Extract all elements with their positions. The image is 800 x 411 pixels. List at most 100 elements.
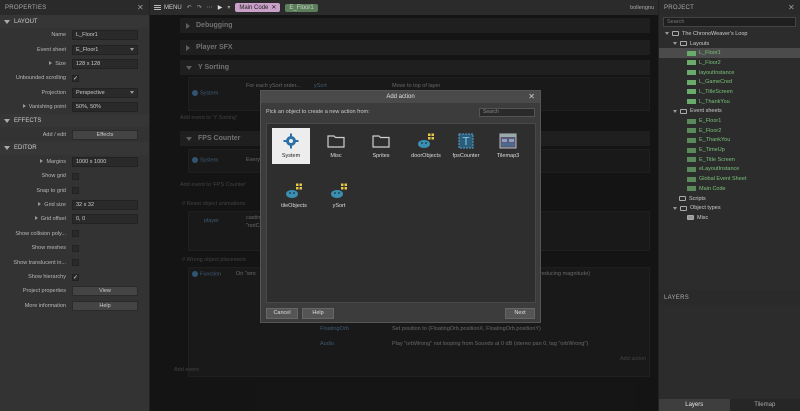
- tree-item-layout[interactable]: L_TitleScreen: [659, 87, 800, 97]
- property-label: Grid offset: [0, 216, 72, 222]
- checkbox[interactable]: [72, 187, 79, 195]
- object-sprites[interactable]: Sprites: [362, 128, 400, 164]
- tree-item-eventsheet[interactable]: Global Event Sheet: [659, 174, 800, 184]
- section-header[interactable]: EFFECTS: [0, 114, 149, 128]
- collapse-icon[interactable]: [4, 118, 10, 123]
- close-icon[interactable]: ✕: [528, 92, 535, 101]
- tab-layers[interactable]: Layers: [659, 399, 730, 411]
- collapse-icon[interactable]: [673, 109, 677, 113]
- tree-folder-objecttypes[interactable]: Object types: [659, 203, 800, 213]
- object-misc[interactable]: Misc: [317, 128, 355, 164]
- tab-tilemap[interactable]: Tilemap: [729, 399, 800, 411]
- expand-icon[interactable]: [40, 158, 44, 163]
- checkbox[interactable]: ✓: [72, 273, 79, 281]
- user-name[interactable]: bollengnu: [630, 5, 658, 11]
- expand-icon[interactable]: [22, 104, 26, 109]
- folder-icon: [371, 131, 391, 151]
- text-field[interactable]: 32 x 32: [72, 200, 138, 211]
- select-field[interactable]: Perspective: [72, 87, 138, 98]
- property-value: 32 x 32: [72, 200, 146, 211]
- text-field[interactable]: 1000 x 1000: [72, 156, 138, 167]
- search-input[interactable]: Search: [479, 107, 535, 117]
- tree-item-layout[interactable]: L_GameCred: [659, 77, 800, 87]
- object-system[interactable]: System: [272, 128, 310, 164]
- collapse-icon[interactable]: [4, 146, 10, 151]
- property-label: Show grid: [41, 173, 66, 180]
- help-button[interactable]: Help: [302, 307, 334, 319]
- expand-icon[interactable]: [38, 202, 42, 207]
- object-doorobjects[interactable]: doorObjects: [407, 128, 445, 164]
- checkbox[interactable]: [72, 244, 79, 252]
- play-icon[interactable]: ▶: [218, 4, 223, 11]
- property-value: ✓: [72, 272, 146, 283]
- tab-main-code[interactable]: Main Code ✕: [235, 3, 281, 12]
- tree-root[interactable]: The ChronoWeaver's Loop: [659, 29, 800, 39]
- undo-icon[interactable]: ↶: [187, 4, 192, 11]
- tree-item-layout[interactable]: L_Floor1: [659, 48, 800, 59]
- tree-item-eventsheet[interactable]: eLayoutInstance: [659, 165, 800, 175]
- checkbox[interactable]: ✓: [72, 74, 79, 82]
- folder-icon: [680, 108, 687, 114]
- checkbox[interactable]: [72, 259, 79, 267]
- property-button[interactable]: Help: [72, 300, 138, 311]
- property-button[interactable]: Effects: [72, 129, 138, 140]
- text-field[interactable]: L_Floor1: [72, 30, 138, 41]
- search-input[interactable]: Search: [663, 17, 796, 27]
- object-label: System: [281, 153, 301, 159]
- tree-folder-eventsheets[interactable]: Event sheets: [659, 107, 800, 117]
- collapse-icon[interactable]: [673, 42, 677, 46]
- property-label: Unbounded scrolling: [15, 75, 66, 82]
- object-tileobjects[interactable]: tileObjects: [275, 178, 313, 214]
- checkbox[interactable]: [72, 230, 79, 238]
- section-title: EFFECTS: [14, 117, 42, 124]
- text-field[interactable]: 128 x 128: [72, 58, 138, 69]
- redo-icon[interactable]: ↷: [197, 4, 202, 11]
- next-button[interactable]: Next: [505, 307, 535, 319]
- expand-icon[interactable]: [49, 60, 53, 65]
- property-row: Show meshes: [0, 241, 149, 255]
- chevron-down-icon[interactable]: ▾: [227, 4, 230, 11]
- property-value: Perspective: [72, 87, 146, 98]
- collapse-icon[interactable]: [673, 206, 677, 210]
- close-tab-icon[interactable]: ✕: [271, 4, 276, 11]
- more-icon[interactable]: ⋯: [207, 4, 213, 11]
- close-icon[interactable]: ✕: [137, 3, 144, 12]
- dialog-prompt: Pick an object to create a new action fr…: [266, 109, 370, 115]
- menu-button[interactable]: MENU: [154, 5, 182, 11]
- object-fpscounter[interactable]: TfpsCounter: [447, 128, 485, 164]
- section-header[interactable]: LAYOUT: [0, 15, 149, 28]
- property-value: 128 x 128: [72, 58, 146, 69]
- tree-item-eventsheet[interactable]: E_TimeUp: [659, 145, 800, 155]
- tree-item-eventsheet[interactable]: E_ThankYou: [659, 136, 800, 146]
- text-object-icon: T: [456, 131, 476, 151]
- select-field[interactable]: E_Floor1: [72, 44, 138, 55]
- property-button[interactable]: View: [72, 286, 138, 297]
- text-field[interactable]: 50%, 50%: [72, 102, 138, 113]
- project-panel: PROJECT ✕ Search The ChronoWeaver's Loop…: [658, 0, 800, 290]
- tree-item-layout[interactable]: L_ThankYou: [659, 97, 800, 107]
- expand-icon[interactable]: [34, 216, 38, 221]
- tree-folder-misc[interactable]: Misc: [659, 213, 800, 223]
- collapse-icon[interactable]: [4, 19, 10, 24]
- tree-item-layout[interactable]: layoutInstance: [659, 68, 800, 78]
- cancel-button[interactable]: Cancel: [266, 307, 298, 319]
- text-field[interactable]: 0, 0: [72, 214, 138, 225]
- close-icon[interactable]: ✕: [788, 3, 795, 12]
- tree-item-eventsheet[interactable]: Main Code: [659, 184, 800, 194]
- tree-item-eventsheet[interactable]: E_Floor2: [659, 126, 800, 136]
- object-tilemap3[interactable]: Tilemap3: [489, 128, 527, 164]
- tree-item-layout[interactable]: L_Floor2: [659, 58, 800, 68]
- tree-folder-scripts[interactable]: Scripts: [659, 194, 800, 204]
- property-row: Event sheet E_Floor1: [0, 42, 149, 56]
- checkbox[interactable]: [72, 172, 79, 180]
- tree-folder-layouts[interactable]: Layouts: [659, 39, 800, 49]
- tab-e-floor1[interactable]: E_Floor1: [285, 3, 318, 12]
- collapse-icon[interactable]: [665, 32, 669, 36]
- event-sheet-icon: [687, 157, 696, 163]
- tree-item-eventsheet[interactable]: E_Floor1: [659, 116, 800, 126]
- object-ysort[interactable]: ySort: [320, 178, 358, 214]
- property-label: Show translucent in...: [13, 259, 66, 266]
- tree-item-eventsheet[interactable]: E_Title Screen: [659, 155, 800, 165]
- section-header[interactable]: EDITOR: [0, 141, 149, 155]
- property-row: Projection Perspective: [0, 86, 149, 100]
